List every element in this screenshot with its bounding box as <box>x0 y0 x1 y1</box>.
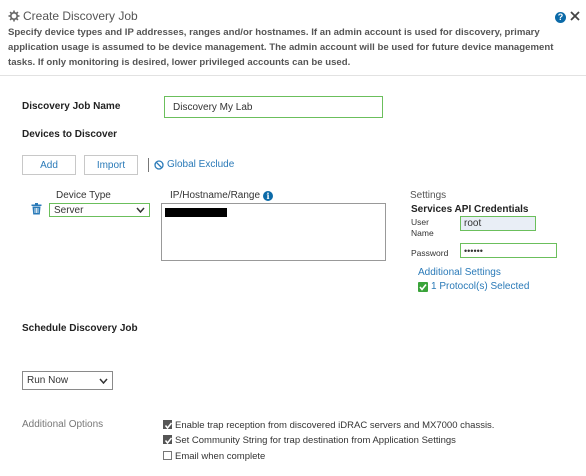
email-complete-label: Email when complete <box>175 451 266 462</box>
device-type-select[interactable]: Server <box>49 203 150 217</box>
dialog-description: Specify device types and IP addresses, r… <box>8 27 554 68</box>
add-button[interactable]: Add <box>22 155 76 175</box>
ip-label: IP/Hostname/Range i <box>170 190 274 201</box>
schedule-section-title: Schedule Discovery Job <box>22 323 138 334</box>
credentials-title: Services API Credentials <box>411 204 529 215</box>
trap-reception-label: Enable trap reception from discovered iD… <box>175 420 495 431</box>
check-icon <box>418 281 428 292</box>
close-icon[interactable] <box>569 10 581 22</box>
user-name-label-line2: Name <box>411 228 434 238</box>
schedule-select[interactable]: Run Now <box>22 371 113 390</box>
ip-label-text: IP/Hostname/Range <box>170 190 261 201</box>
protocols-selected-label: 1 Protocol(s) Selected <box>431 281 530 292</box>
additional-settings-link[interactable]: Additional Settings <box>418 267 501 278</box>
user-name-label-line1: User <box>411 217 429 227</box>
password-label: Password <box>411 248 449 258</box>
additional-options-label: Additional Options <box>22 419 104 430</box>
trash-icon[interactable] <box>31 203 42 215</box>
global-exclude-label: Global Exclude <box>167 159 235 170</box>
protocols-selected[interactable]: 1 Protocol(s) Selected <box>418 281 529 292</box>
user-name-label: User Name <box>411 217 434 239</box>
toolbar-separator <box>148 158 149 172</box>
devices-section-title: Devices to Discover <box>22 129 118 140</box>
ban-icon <box>154 159 164 170</box>
trap-reception-checkbox[interactable] <box>163 420 173 430</box>
community-string-checkbox[interactable] <box>163 435 173 445</box>
dialog-title-text: Create Discovery Job <box>23 9 138 23</box>
job-name-input[interactable]: Discovery My Lab <box>164 96 383 118</box>
ip-hostname-textarea[interactable] <box>161 203 386 261</box>
dialog-header: Create Discovery Job ? Specify device ty… <box>0 0 586 76</box>
dialog-title: Create Discovery Job <box>8 9 138 23</box>
settings-label: Settings <box>410 190 447 201</box>
chevron-down-icon <box>99 378 108 384</box>
question-circle-icon[interactable]: ? <box>555 12 566 23</box>
gear-icon <box>8 10 20 22</box>
device-type-value: Server <box>54 204 84 216</box>
import-button[interactable]: Import <box>84 155 138 175</box>
job-name-label: Discovery Job Name <box>22 101 121 112</box>
info-icon[interactable]: i <box>263 190 274 201</box>
device-type-label: Device Type <box>56 190 111 201</box>
redacted-ip-value <box>165 208 227 217</box>
email-complete-checkbox[interactable] <box>163 451 172 460</box>
community-string-label: Set Community String for trap destinatio… <box>175 435 456 446</box>
user-name-input[interactable]: root <box>460 216 536 231</box>
schedule-value: Run Now <box>27 375 69 386</box>
chevron-down-icon <box>136 207 145 213</box>
password-input[interactable]: •••••• <box>460 243 557 258</box>
global-exclude-link[interactable]: Global Exclude <box>154 159 234 170</box>
